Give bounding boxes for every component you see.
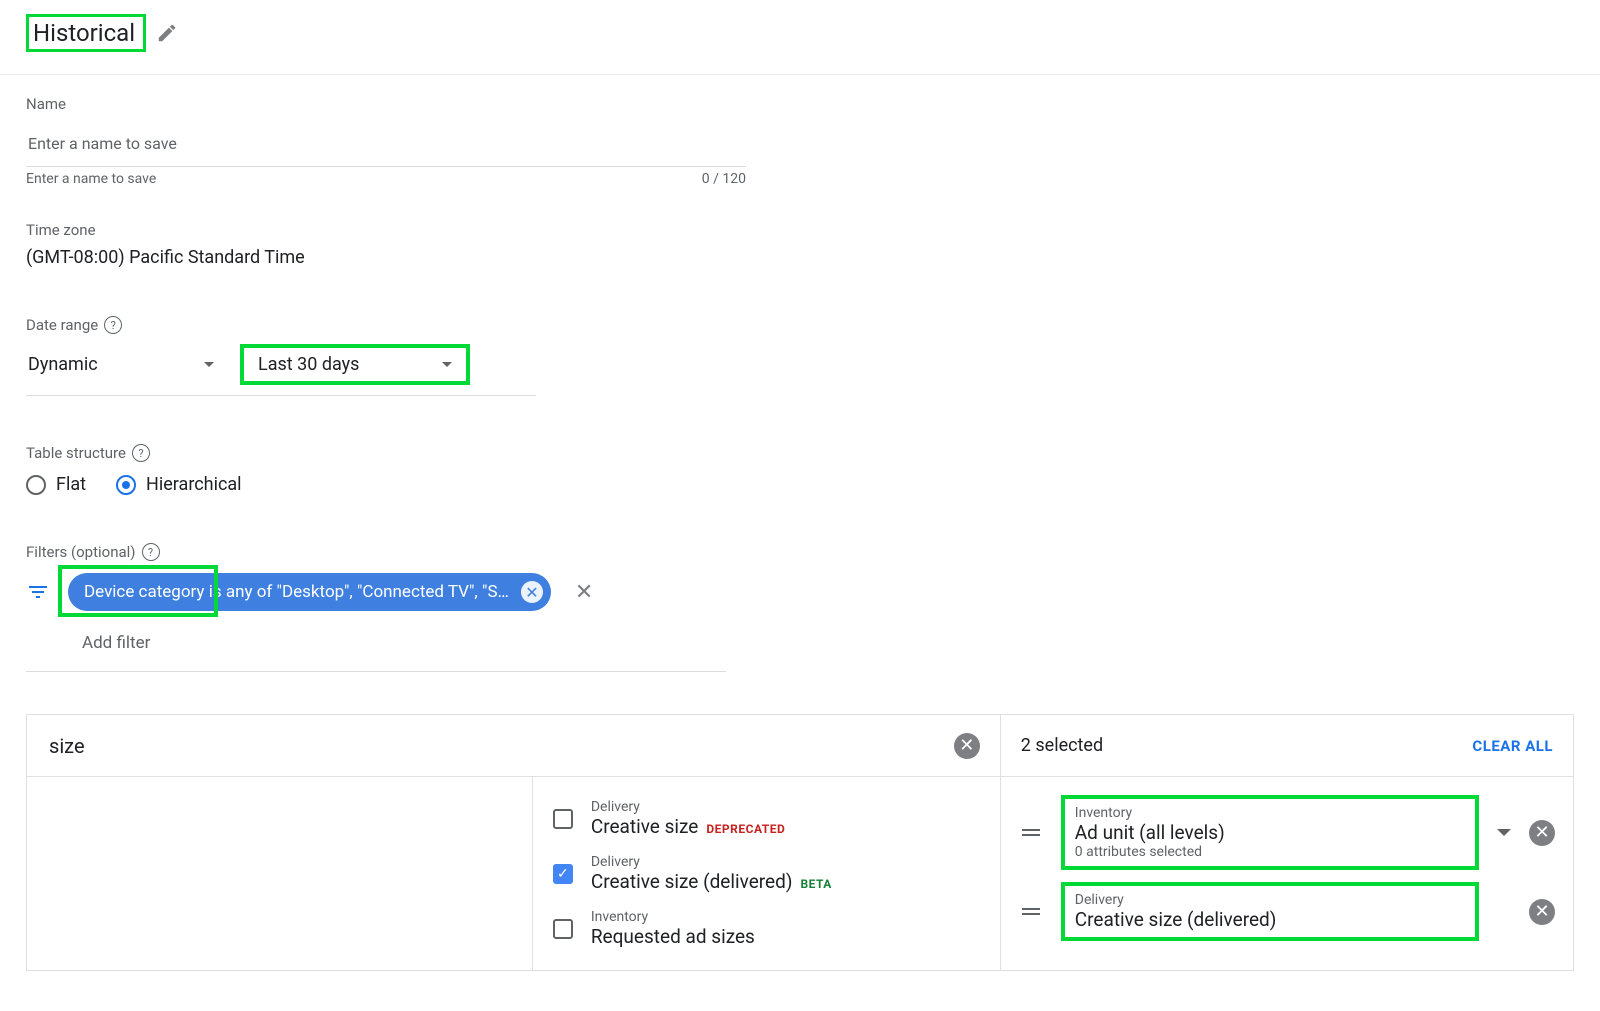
remove-selected-icon[interactable]: ✕ <box>1529 899 1555 925</box>
drag-handle-icon[interactable] <box>1019 905 1043 918</box>
option-name: Creative size (delivered) <box>591 870 793 893</box>
filter-icon <box>26 580 50 604</box>
dimension-options-list: Delivery Creative size DEPRECATED Delive… <box>533 777 1000 970</box>
radio-icon <box>26 475 46 495</box>
help-icon[interactable]: ? <box>104 316 122 334</box>
name-input[interactable] <box>26 121 746 167</box>
checkbox[interactable] <box>553 919 573 939</box>
remove-chip-icon[interactable]: ✕ <box>521 581 543 603</box>
date-range-section: Date range ? Dynamic Last 30 days <box>26 296 746 396</box>
remove-selected-icon[interactable]: ✕ <box>1529 820 1555 846</box>
filter-chip[interactable]: Device category is any of "Desktop", "Co… <box>68 573 551 611</box>
badge-deprecated: DEPRECATED <box>706 822 785 836</box>
option-category: Delivery <box>591 854 832 870</box>
help-icon[interactable]: ? <box>142 543 160 561</box>
name-counter: 0 / 120 <box>702 171 746 187</box>
date-range-label: Date range <box>26 316 98 334</box>
report-type-title: Historical <box>26 14 146 52</box>
timezone-value: (GMT-08:00) Pacific Standard Time <box>26 247 746 268</box>
checkbox[interactable] <box>553 809 573 829</box>
clear-filters-icon[interactable]: ✕ <box>569 574 599 611</box>
date-range-type-value: Dynamic <box>28 354 98 375</box>
timezone-section: Time zone (GMT-08:00) Pacific Standard T… <box>26 201 746 268</box>
dimension-option[interactable]: Delivery Creative size (delivered) BETA <box>541 846 992 901</box>
dimension-facet-column <box>27 777 533 970</box>
page-header: Historical <box>26 0 1574 74</box>
dimension-option[interactable]: Delivery Creative size DEPRECATED <box>541 791 992 846</box>
dimension-picker-panel: ✕ Delivery Creative size DEPRECATED <box>26 714 1574 971</box>
clear-all-button[interactable]: CLEAR ALL <box>1472 737 1553 755</box>
name-label: Name <box>26 95 746 113</box>
divider <box>26 671 726 672</box>
checkbox[interactable] <box>553 864 573 884</box>
date-range-preset-value: Last 30 days <box>258 354 359 375</box>
table-structure-label: Table structure <box>26 444 126 462</box>
filters-section: Filters (optional) ? Device category is … <box>26 523 746 672</box>
selected-category: Inventory <box>1075 805 1465 821</box>
caret-down-icon <box>442 362 452 367</box>
date-range-type-select[interactable]: Dynamic <box>26 348 216 381</box>
drag-handle-icon[interactable] <box>1019 826 1043 839</box>
date-range-preset-select[interactable]: Last 30 days <box>240 344 470 385</box>
name-placeholder-helper: Enter a name to save <box>26 171 156 187</box>
edit-icon[interactable] <box>156 22 178 44</box>
radio-flat-label: Flat <box>56 474 86 495</box>
filters-label: Filters (optional) <box>26 543 136 561</box>
selected-sub: 0 attributes selected <box>1075 844 1465 860</box>
option-name: Creative size <box>591 815 699 838</box>
clear-search-icon[interactable]: ✕ <box>954 733 980 759</box>
radio-hierarchical[interactable]: Hierarchical <box>116 474 242 495</box>
selected-item: Delivery Creative size (delivered) ✕ <box>1019 876 1555 947</box>
radio-hier-label: Hierarchical <box>146 474 242 495</box>
badge-beta: BETA <box>800 877 831 891</box>
caret-down-icon <box>204 362 214 367</box>
selected-category: Delivery <box>1075 892 1465 908</box>
option-category: Inventory <box>591 909 755 925</box>
radio-flat[interactable]: Flat <box>26 474 86 495</box>
selected-count: 2 selected <box>1021 735 1103 756</box>
radio-icon <box>116 475 136 495</box>
selected-card[interactable]: Inventory Ad unit (all levels) 0 attribu… <box>1061 795 1479 870</box>
dimension-option[interactable]: Inventory Requested ad sizes <box>541 901 992 956</box>
name-section: Name Enter a name to save 0 / 120 <box>26 75 746 187</box>
selected-card[interactable]: Delivery Creative size (delivered) <box>1061 882 1479 941</box>
add-filter-button[interactable]: Add filter <box>82 633 746 653</box>
selected-name: Ad unit (all levels) <box>1075 821 1465 844</box>
selected-name: Creative size (delivered) <box>1075 908 1465 931</box>
filter-chip-text: Device category is any of "Desktop", "Co… <box>84 582 509 602</box>
timezone-label: Time zone <box>26 221 746 239</box>
dimension-search-input[interactable] <box>47 733 940 759</box>
table-structure-section: Table structure ? Flat Hierarchical <box>26 424 746 495</box>
chevron-down-icon[interactable] <box>1497 829 1511 836</box>
option-category: Delivery <box>591 799 785 815</box>
selected-item: Inventory Ad unit (all levels) 0 attribu… <box>1019 789 1555 876</box>
option-name: Requested ad sizes <box>591 925 755 948</box>
help-icon[interactable]: ? <box>132 444 150 462</box>
